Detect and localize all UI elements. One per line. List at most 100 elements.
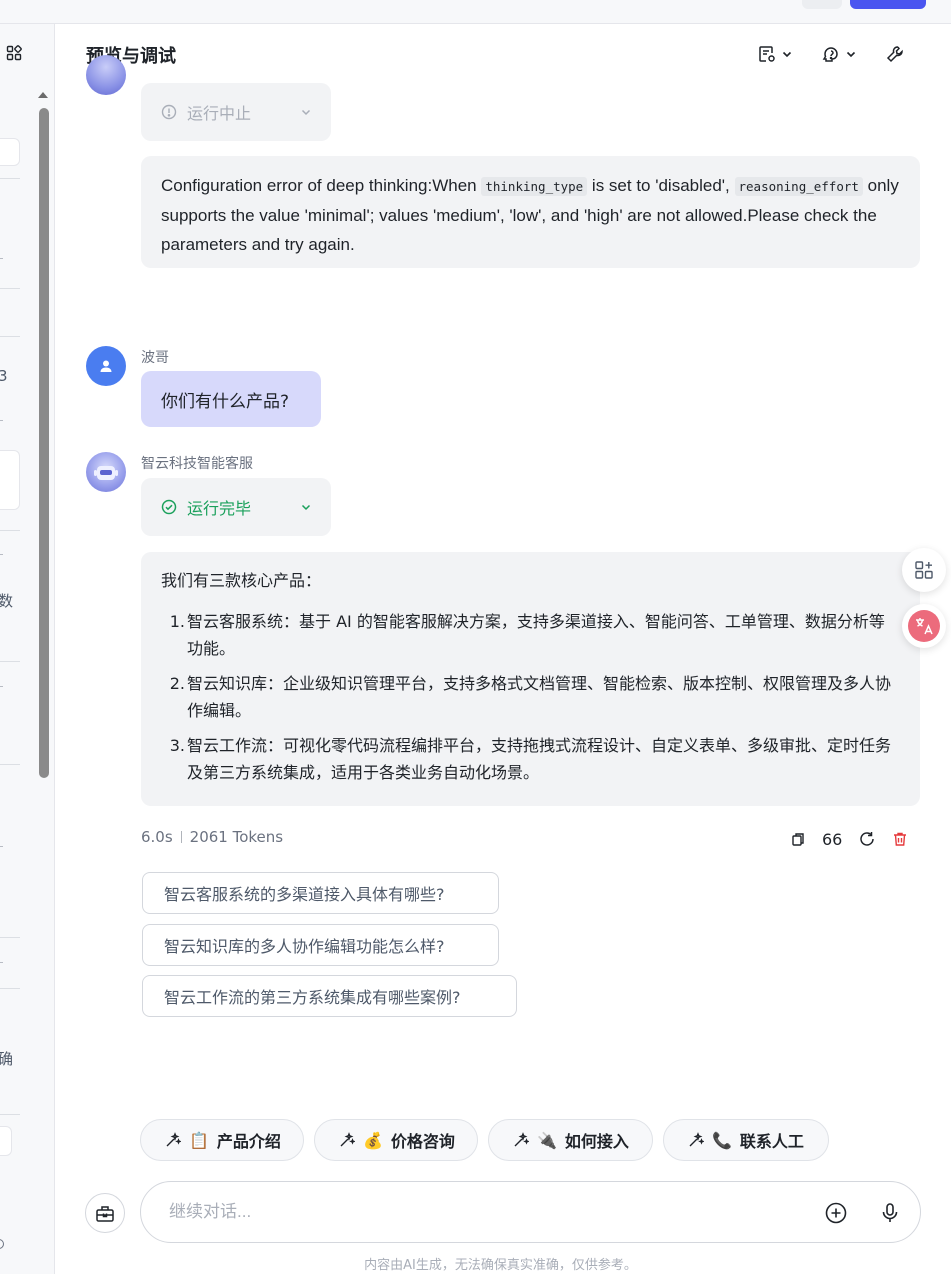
sidebar-divider	[0, 1114, 20, 1115]
money-bag-icon: 💰	[363, 1130, 383, 1150]
apps-icon[interactable]	[6, 45, 22, 61]
sidebar-divider	[0, 764, 20, 765]
run-status-complete[interactable]: 运行完毕	[141, 478, 331, 536]
response-meta: 6.0s 2061 Tokens	[141, 828, 283, 846]
sparkle-icon	[340, 1132, 355, 1147]
sidebar-divider	[0, 937, 20, 938]
sidebar-fragment: 确	[0, 1048, 13, 1069]
status-label: 运行完毕	[187, 499, 252, 518]
sidebar-divider	[0, 336, 20, 337]
chat-input[interactable]	[169, 1198, 769, 1226]
answer-intro: 我们有三款核心产品：	[161, 571, 322, 590]
sidebar-tick	[0, 420, 3, 421]
error-text: Configuration error of deep thinking:Whe…	[161, 176, 482, 195]
copy-icon[interactable]	[790, 831, 806, 847]
sidebar-fragment: 数	[0, 590, 13, 611]
quick-chip-product-intro[interactable]: 📋 产品介绍	[140, 1119, 304, 1161]
microphone-icon[interactable]	[878, 1201, 902, 1225]
error-text: is set to 'disabled',	[587, 176, 735, 195]
sidebar-divider	[0, 288, 20, 289]
apps-add-icon	[915, 561, 933, 579]
sidebar-fragment: 3	[0, 367, 8, 385]
document-settings-icon	[759, 46, 775, 62]
suggested-question[interactable]: 智云知识库的多人协作编辑功能怎么样?	[142, 924, 499, 966]
top-secondary-button[interactable]	[802, 0, 842, 9]
scroll-up-arrow[interactable]	[38, 92, 48, 98]
sparkle-icon	[166, 1132, 181, 1147]
toolbox-icon	[96, 1206, 114, 1222]
user-message-text: 你们有什么产品?	[161, 391, 290, 412]
clipboard-icon: 📋	[189, 1130, 209, 1150]
chevron-down-icon	[301, 109, 311, 116]
delete-icon[interactable]	[892, 831, 908, 847]
message-actions: 66	[790, 828, 908, 850]
sidebar-divider	[0, 178, 20, 179]
sidebar-tick	[0, 258, 3, 259]
token-count: 2061 Tokens	[189, 828, 284, 846]
user-message-bubble: 你们有什么产品?	[141, 371, 321, 427]
memory-dropdown[interactable]	[821, 43, 856, 65]
chip-label: 价格咨询	[390, 1132, 455, 1151]
suggested-question[interactable]: 智云工作流的第三方系统集成有哪些案例?	[142, 975, 517, 1017]
bot-answer-bubble: 我们有三款核心产品： 1. 智云客服系统：基于 AI 的智能客服解决方案，支持多渠…	[141, 552, 920, 806]
chevron-down-icon	[782, 51, 792, 58]
user-icon	[100, 360, 112, 372]
sidebar-card[interactable]	[0, 450, 20, 510]
list-number: 1.	[169, 612, 185, 631]
translate-icon	[908, 610, 940, 642]
refresh-icon[interactable]	[858, 830, 876, 848]
sidebar-divider	[0, 530, 20, 531]
sidebar-info-icon[interactable]	[0, 1239, 4, 1249]
list-number: 2.	[169, 674, 185, 693]
list-item: 3. 智云工作流：可视化零代码流程编排平台，支持拖拽式流程设计、自定义表单、多级审…	[161, 732, 900, 786]
sidebar-divider	[0, 661, 20, 662]
list-item: 2. 智云知识库：企业级知识管理平台，支持多格式文档管理、智能检索、版本控制、权限…	[161, 670, 900, 724]
chat-input-box	[140, 1181, 921, 1243]
sidebar-tick	[0, 962, 3, 963]
chip-label: 如何接入	[564, 1132, 629, 1151]
quick-chip-pricing[interactable]: 💰 价格咨询	[314, 1119, 478, 1161]
check-circle-icon	[161, 499, 177, 515]
error-message-bubble: Configuration error of deep thinking:Whe…	[141, 156, 920, 268]
top-primary-button[interactable]	[850, 0, 926, 9]
quote-button[interactable]: 66	[822, 830, 842, 849]
sidebar-tick	[0, 686, 3, 687]
plug-icon: 🔌	[537, 1130, 557, 1150]
list-item: 1. 智云客服系统：基于 AI 的智能客服解决方案，支持多渠道接入、智能问答、工单…	[161, 608, 900, 662]
wrench-icon	[886, 46, 903, 63]
quick-chip-integration[interactable]: 🔌 如何接入	[488, 1119, 653, 1161]
translate-float-button[interactable]	[902, 604, 946, 648]
suggestion-text: 智云知识库的多人协作编辑功能怎么样?	[164, 937, 445, 956]
code-inline: reasoning_effort	[734, 177, 863, 196]
sidebar-input[interactable]	[0, 1126, 12, 1156]
sidebar-divider	[0, 988, 20, 989]
sidebar-field[interactable]	[0, 138, 20, 166]
left-panel: 3 数 确	[0, 24, 55, 1274]
list-text: 智云工作流：可视化零代码流程编排平台，支持拖拽式流程设计、自定义表单、多级审批、…	[187, 736, 892, 782]
variables-dropdown[interactable]	[757, 43, 792, 65]
suggested-question[interactable]: 智云客服系统的多渠道接入具体有哪些?	[142, 872, 499, 914]
scrollbar-thumb[interactable]	[39, 108, 49, 778]
run-status-stopped[interactable]: 运行中止	[141, 83, 331, 141]
quick-chip-contact-human[interactable]: 📞 联系人工	[663, 1119, 829, 1161]
sparkle-icon	[514, 1132, 529, 1147]
toolbox-button[interactable]	[85, 1193, 125, 1233]
bot-name: 智云科技智能客服	[141, 456, 253, 472]
chip-label: 联系人工	[739, 1132, 804, 1151]
debug-settings-button[interactable]	[885, 43, 905, 65]
suggestion-text: 智云工作流的第三方系统集成有哪些案例?	[164, 988, 461, 1007]
response-time: 6.0s	[141, 828, 173, 846]
status-label: 运行中止	[187, 104, 252, 123]
chevron-down-icon	[301, 504, 311, 511]
user-name: 波哥	[141, 350, 169, 366]
sidebar-tick	[0, 554, 3, 555]
list-number: 3.	[169, 736, 185, 755]
ai-disclaimer: 内容由AI生成，无法确保真实准确，仅供参考。	[364, 1258, 637, 1273]
chip-label: 产品介绍	[216, 1132, 281, 1151]
bot-avatar	[86, 452, 126, 492]
list-text: 智云知识库：企业级知识管理平台，支持多格式文档管理、智能检索、版本控制、权限管理…	[187, 674, 892, 720]
chevron-down-icon	[846, 51, 856, 58]
list-text: 智云客服系统：基于 AI 的智能客服解决方案，支持多渠道接入、智能问答、工单管理…	[187, 612, 885, 658]
add-app-float-button[interactable]	[902, 548, 946, 592]
add-circle-icon[interactable]	[824, 1201, 848, 1225]
